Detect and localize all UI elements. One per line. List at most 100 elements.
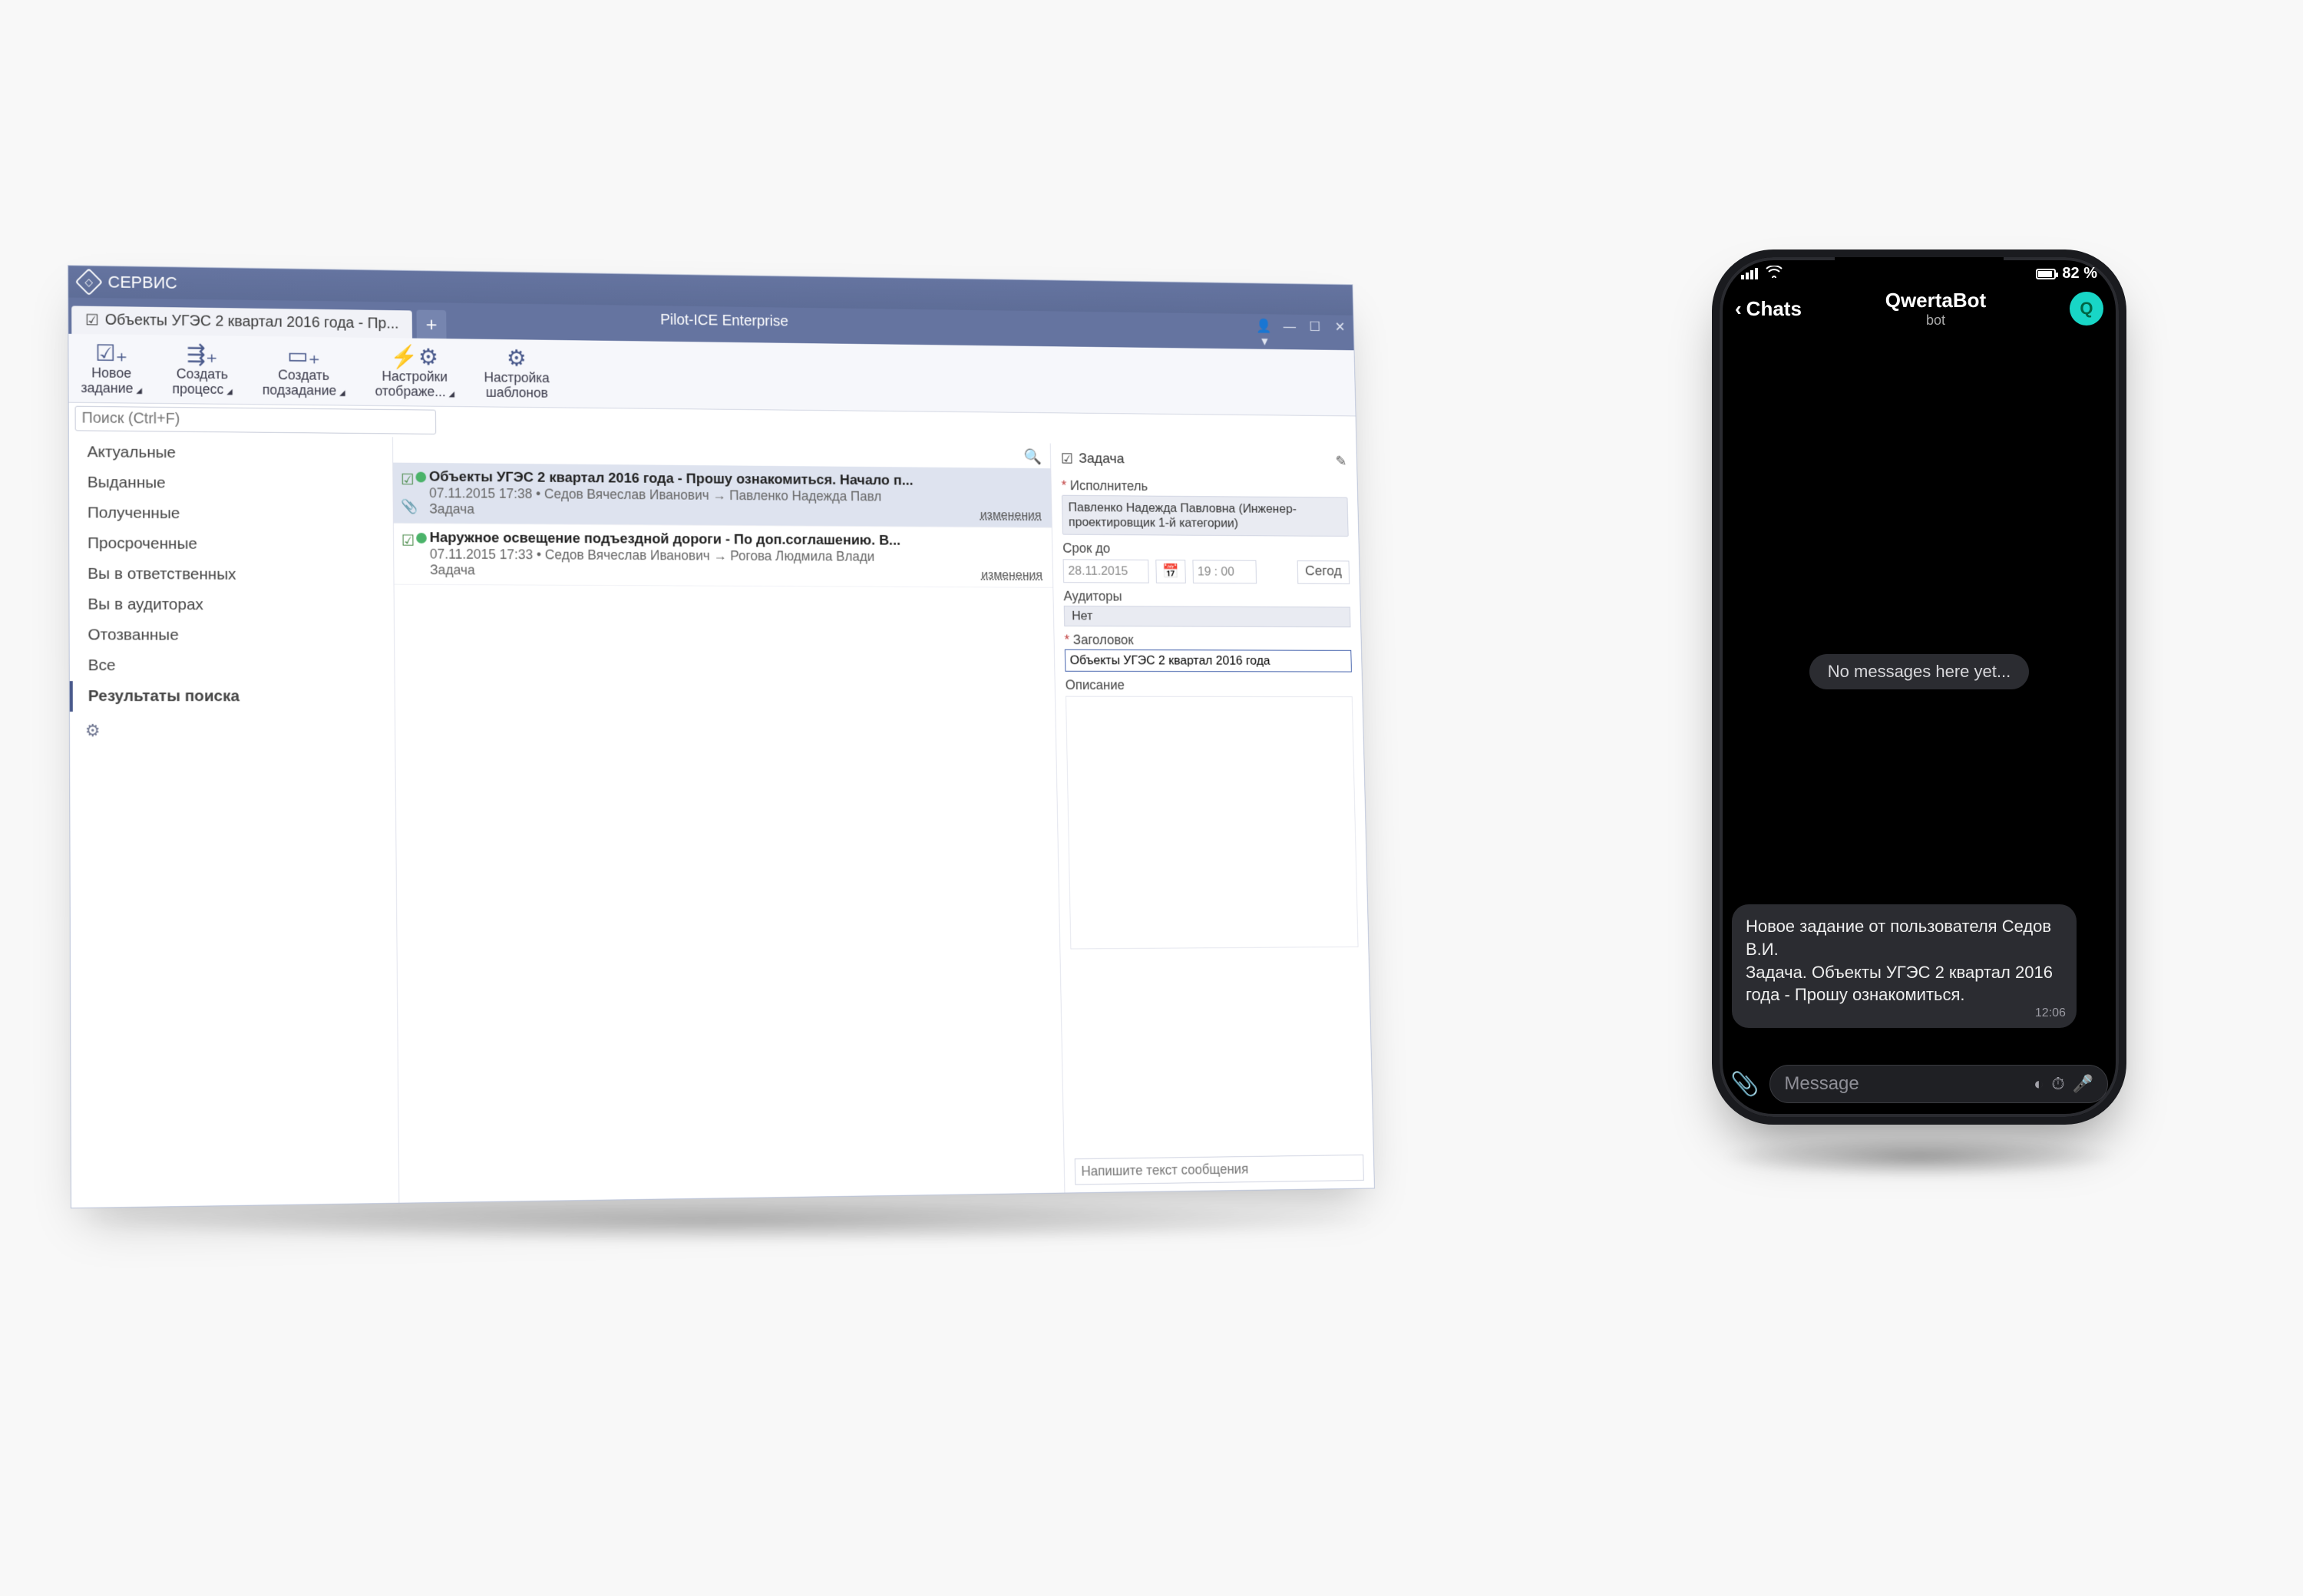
ribbon-display-settings[interactable]: ⚡⚙ Настройки отображе... xyxy=(370,342,459,401)
phone-mockup: 82 % ‹ Chats QwertaBot bot Q No messages… xyxy=(1712,249,2126,1125)
attach-icon[interactable]: 📎 xyxy=(1730,1071,1759,1098)
incoming-message[interactable]: Новое задание от пользователя Седов В.И.… xyxy=(1732,904,2077,1028)
ribbon-create-subtask[interactable]: ▭₊ Создать подзадание xyxy=(258,341,350,400)
sticker-icon[interactable]: ◐ xyxy=(2034,1074,2044,1094)
user-icon[interactable]: 👤▾ xyxy=(1255,319,1274,349)
wifi-icon xyxy=(1766,265,1783,283)
phone-navbar: ‹ Chats QwertaBot bot Q xyxy=(1720,283,2119,335)
signal-icon xyxy=(1741,268,1758,279)
tab-active[interactable]: ☑ Объекты УГЭС 2 квартал 2016 года - Пр.… xyxy=(71,306,412,338)
checkbox-icon: ☑ xyxy=(1061,451,1073,468)
desc-label: Описание xyxy=(1066,677,1353,693)
attachment-icon: 📎 xyxy=(401,498,418,514)
phone-shadow xyxy=(1720,1136,2119,1178)
subtask-icon: ▭₊ xyxy=(287,342,320,368)
app-logo-icon: ◇ xyxy=(75,268,103,296)
message-time: 12:06 xyxy=(2035,1005,2066,1022)
title-input[interactable] xyxy=(1065,649,1352,672)
edit-icon[interactable]: ✎ xyxy=(1336,453,1347,470)
sidebar-item[interactable]: Просроченные xyxy=(69,528,393,560)
task-list: 🔍 ☑📎Объекты УГЭС 2 квартал 2016 года - П… xyxy=(393,437,1066,1202)
message-input[interactable] xyxy=(1075,1155,1364,1185)
phone-input-bar: 📎 Message ◐ ⏱ 🎤 xyxy=(1730,1065,2108,1103)
message-field[interactable]: Message ◐ ⏱ 🎤 xyxy=(1769,1065,2108,1103)
status-dot-icon xyxy=(415,471,426,482)
task-changes-link[interactable]: изменения xyxy=(980,507,1042,523)
template-settings-icon: ⚙ xyxy=(501,345,534,372)
ribbon-create-process-label: Создать процесс xyxy=(172,367,232,398)
app-title: Pilot-ICE Enterprise xyxy=(660,312,788,330)
details-header: ☑ Задача ✎ xyxy=(1061,451,1347,470)
due-date-input[interactable] xyxy=(1063,559,1149,583)
due-row: 📅 Сегод xyxy=(1063,559,1350,584)
check-icon: ☑ xyxy=(401,531,415,550)
ribbon-create-subtask-label: Создать подзадание xyxy=(263,368,345,398)
description-area[interactable] xyxy=(1066,696,1358,949)
checkbox-icon: ☑ xyxy=(85,311,99,330)
sidebar-item[interactable]: Полученные xyxy=(69,497,393,530)
calendar-icon[interactable]: 📅 xyxy=(1155,560,1185,583)
task-type: Задача xyxy=(430,562,1044,581)
bot-name: QwertaBot xyxy=(1885,289,1986,312)
sidebar-item[interactable]: Отозванные xyxy=(70,620,395,651)
title-label: Заголовок xyxy=(1064,632,1351,648)
back-label: Chats xyxy=(1746,297,1802,321)
due-label: Срок до xyxy=(1062,540,1349,557)
details-header-text: Задача xyxy=(1079,451,1125,468)
battery-icon xyxy=(2036,269,2056,279)
check-icon: ☑ xyxy=(401,470,415,489)
sidebar-settings-icon[interactable]: ⚙ xyxy=(70,712,395,750)
minimize-button[interactable]: — xyxy=(1280,319,1300,349)
chat-title[interactable]: QwertaBot bot xyxy=(1885,289,1986,329)
new-task-icon: ☑₊ xyxy=(94,340,128,366)
ribbon-new-task-label: Новое задание xyxy=(81,365,142,396)
sidebar-item[interactable]: Вы в аудиторах xyxy=(69,589,394,620)
chevron-left-icon: ‹ xyxy=(1735,297,1742,321)
status-dot-icon xyxy=(416,533,427,544)
assignee-label: Исполнитель xyxy=(1062,477,1348,495)
today-button[interactable]: Сегод xyxy=(1297,560,1350,584)
auditors-label: Аудиторы xyxy=(1063,588,1350,605)
mic-icon[interactable]: 🎤 xyxy=(2073,1074,2093,1094)
details-panel: ☑ Задача ✎ Исполнитель Павленко Надежда … xyxy=(1051,443,1374,1192)
window-controls: 👤▾ — ☐ ✕ xyxy=(1255,319,1350,350)
no-messages-pill: No messages here yet... xyxy=(1809,654,2029,689)
message-placeholder: Message xyxy=(1784,1073,1859,1095)
bot-avatar[interactable]: Q xyxy=(2070,292,2103,325)
process-icon: ⇶₊ xyxy=(186,342,219,368)
close-button[interactable]: ✕ xyxy=(1330,319,1350,350)
tab-add-button[interactable]: + xyxy=(417,310,447,339)
display-settings-icon: ⚡⚙ xyxy=(398,344,431,370)
phone-notch xyxy=(1835,257,2004,285)
ribbon-template-settings-label: Настройка шаблонов xyxy=(484,371,550,401)
ribbon-template-settings[interactable]: ⚙ Настройка шаблонов xyxy=(479,344,554,403)
battery-percent: 82 % xyxy=(2062,265,2097,283)
ribbon-new-task[interactable]: ☑₊ Новое задание xyxy=(76,339,147,398)
search-input[interactable] xyxy=(75,405,437,434)
back-button[interactable]: ‹ Chats xyxy=(1735,297,1802,321)
sidebar-item[interactable]: Все xyxy=(70,650,395,682)
task-changes-link[interactable]: изменения xyxy=(981,567,1042,583)
bot-subtitle: bot xyxy=(1885,312,1986,329)
content-area: АктуальныеВыданныеПолученныеПросроченные… xyxy=(69,434,1374,1208)
sidebar-item[interactable]: Результаты поиска xyxy=(70,681,395,712)
tab-label: Объекты УГЭС 2 квартал 2016 года - Пр... xyxy=(105,312,399,333)
sidebar-item[interactable]: Вы в ответственных xyxy=(69,558,393,590)
task-row[interactable]: ☑Наружное освещение подъездной дороги - … xyxy=(394,524,1052,588)
due-time-input[interactable] xyxy=(1192,560,1257,583)
auditors-value[interactable]: Нет xyxy=(1064,606,1351,627)
ribbon-display-settings-label: Настройки отображе... xyxy=(375,369,454,400)
sidebar-item[interactable]: Выданные xyxy=(69,467,393,500)
message-text: Новое задание от пользователя Седов В.И.… xyxy=(1746,915,2063,1017)
list-search-icon[interactable]: 🔍 xyxy=(1023,448,1042,466)
ribbon-create-process[interactable]: ⇶₊ Создать процесс xyxy=(167,339,236,398)
maximize-button[interactable]: ☐ xyxy=(1306,319,1325,350)
assignee-value[interactable]: Павленко Надежда Павловна (Инженер-проек… xyxy=(1062,494,1349,536)
chat-body[interactable]: No messages here yet... Новое задание от… xyxy=(1720,357,2119,1040)
timer-icon[interactable]: ⏱ xyxy=(2051,1074,2064,1094)
menu-service[interactable]: СЕРВИС xyxy=(107,273,177,293)
task-row[interactable]: ☑📎Объекты УГЭС 2 квартал 2016 года - Про… xyxy=(393,462,1052,527)
sidebar: АктуальныеВыданныеПолученныеПросроченные… xyxy=(69,434,400,1208)
sidebar-item[interactable]: Актуальные xyxy=(69,437,393,470)
desktop-app-window: ◇ СЕРВИС ☑ Объекты УГЭС 2 квартал 2016 г… xyxy=(68,265,1375,1208)
